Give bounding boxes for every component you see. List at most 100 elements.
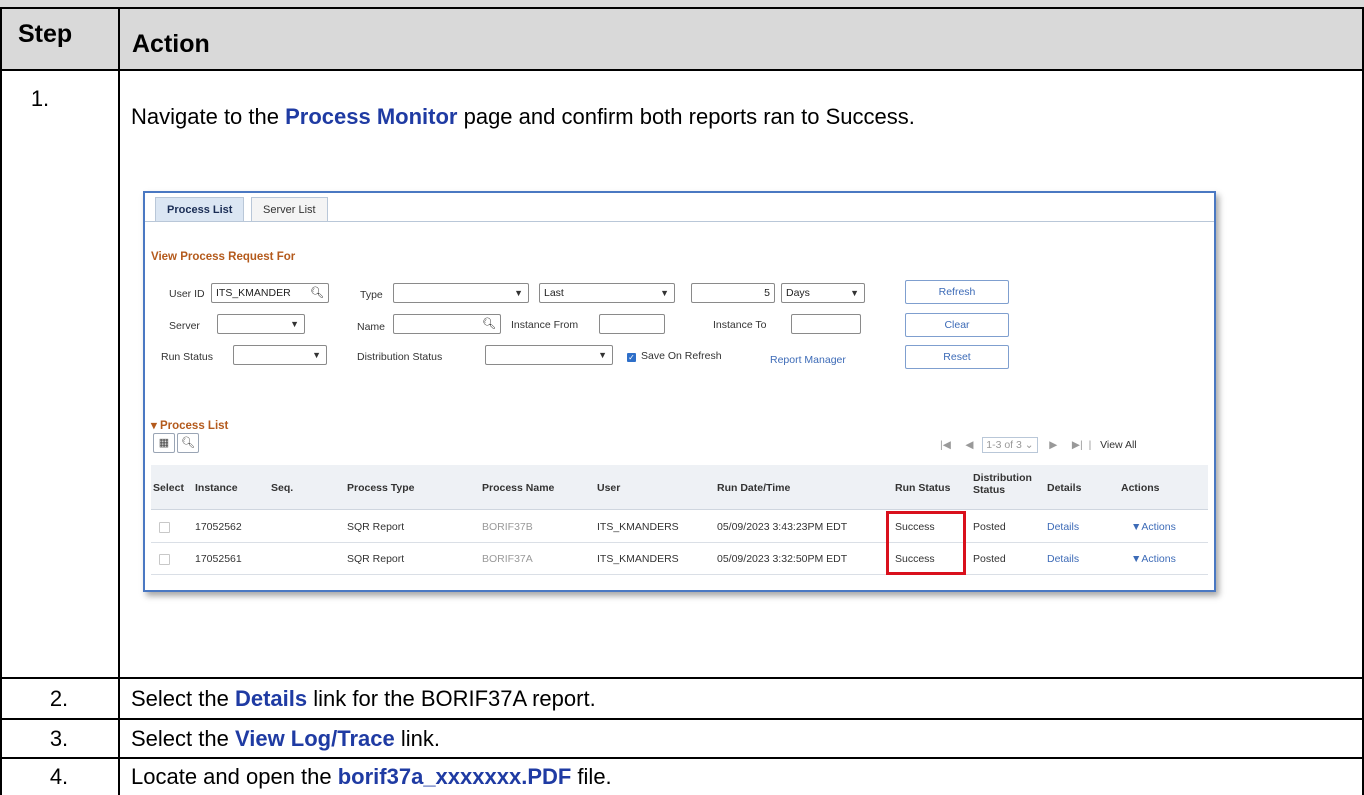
clear-button[interactable]: Clear xyxy=(905,313,1009,337)
rule-row3 xyxy=(0,757,1364,759)
personalize-grid-icon[interactable]: ▦ xyxy=(153,433,175,453)
process-monitor-screenshot: Process List Server List View Process Re… xyxy=(143,191,1216,592)
cell-instance: 17052562 xyxy=(195,521,242,533)
instance-from-label: Instance From xyxy=(511,319,579,331)
run-status-select[interactable]: ▼ xyxy=(233,345,327,365)
step-number: 4. xyxy=(49,764,69,789)
chevron-down-icon: ▼ xyxy=(660,288,669,298)
rule-left xyxy=(0,7,2,795)
cell-process-name: BORIF37B xyxy=(482,521,533,533)
table-row: 17052561 SQR Report BORIF37A ITS_KMANDER… xyxy=(151,543,1208,575)
rule-header xyxy=(0,69,1364,71)
rule-row2 xyxy=(0,718,1364,720)
cell-process-type: SQR Report xyxy=(347,521,405,533)
cell-distribution-status: Posted xyxy=(973,521,1006,533)
process-list-title: ▾ Process List xyxy=(151,420,229,432)
cell-process-type: SQR Report xyxy=(347,553,405,565)
instance-from-input[interactable] xyxy=(599,314,665,334)
server-select[interactable]: ▼ xyxy=(217,314,305,334)
page-range-select[interactable]: 1-3 of 3 ⌄ xyxy=(982,437,1038,453)
row-select-checkbox[interactable] xyxy=(159,522,170,533)
days-unit-select[interactable]: Days ▼ xyxy=(781,283,865,303)
col-select: Select xyxy=(153,482,184,494)
run-status-highlight xyxy=(886,511,966,575)
name-input[interactable]: 🔍︎ xyxy=(393,314,501,334)
col-run-datetime: Run Date/Time xyxy=(717,482,791,494)
actions-menu[interactable]: ▼Actions xyxy=(1131,521,1176,533)
keyword: borif37a_xxxxxxx.PDF xyxy=(337,764,572,789)
chevron-down-icon: ▼ xyxy=(312,350,321,360)
type-select[interactable]: ▼ xyxy=(393,283,529,303)
save-on-refresh-label: Save On Refresh xyxy=(641,350,722,362)
instance-to-label: Instance To xyxy=(713,319,767,331)
user-id-input[interactable]: ITS_KMANDER 🔍︎ xyxy=(211,283,329,303)
col-user: User xyxy=(597,482,621,494)
search-icon[interactable]: 🔍︎ xyxy=(310,284,324,302)
tab-process-list[interactable]: Process List xyxy=(155,197,245,221)
run-status-label: Run Status xyxy=(161,351,213,363)
col-actions: Actions xyxy=(1121,482,1160,494)
view-all-link[interactable]: View All xyxy=(1100,439,1137,451)
chevron-down-icon: ▼ xyxy=(290,319,299,329)
next-page-icon[interactable]: ▶ xyxy=(1049,439,1057,451)
distribution-status-label: Distribution Status xyxy=(357,351,443,363)
details-link[interactable]: Details xyxy=(1047,521,1079,533)
instance-to-input[interactable] xyxy=(791,314,861,334)
details-link[interactable]: Details xyxy=(1047,553,1079,565)
header-step: Step xyxy=(18,20,73,48)
cell-instance: 17052561 xyxy=(195,553,242,565)
col-run-status: Run Status xyxy=(895,482,951,494)
type-label: Type xyxy=(360,289,383,301)
section-title: View Process Request For xyxy=(151,251,296,263)
cell-run-datetime: 05/09/2023 3:43:23PM EDT xyxy=(717,521,848,533)
step-number: 2. xyxy=(49,686,69,711)
table-row: 17052562 SQR Report BORIF37B ITS_KMANDER… xyxy=(151,511,1208,543)
col-details: Details xyxy=(1047,482,1082,494)
cell-process-name: BORIF37A xyxy=(482,553,533,565)
actions-menu[interactable]: ▼Actions xyxy=(1131,553,1176,565)
reset-button[interactable]: Reset xyxy=(905,345,1009,369)
report-manager-link[interactable]: Report Manager xyxy=(770,354,846,366)
rule-row1 xyxy=(0,677,1364,679)
action-text: Navigate to the Process Monitor page and… xyxy=(131,104,915,129)
col-process-name: Process Name xyxy=(482,482,555,494)
chevron-down-icon: ▼ xyxy=(514,288,523,298)
col-process-type: Process Type xyxy=(347,482,415,494)
rule-middle xyxy=(118,7,120,795)
cell-user: ITS_KMANDERS xyxy=(597,521,679,533)
action-text: Locate and open the borif37a_xxxxxxx.PDF… xyxy=(131,764,612,789)
keyword: View Log/Trace xyxy=(234,726,395,751)
cell-distribution-status: Posted xyxy=(973,553,1006,565)
col-instance: Instance xyxy=(195,482,238,494)
user-id-label: User ID xyxy=(169,288,205,300)
cell-run-datetime: 05/09/2023 3:32:50PM EDT xyxy=(717,553,848,565)
server-label: Server xyxy=(169,320,200,332)
search-icon[interactable]: 🔍︎ xyxy=(177,433,199,453)
tab-bar: Process List Server List xyxy=(145,193,1214,222)
search-icon[interactable]: 🔍︎ xyxy=(482,315,496,333)
keyword: Process Monitor xyxy=(285,104,458,129)
previous-page-icon[interactable]: ◀ xyxy=(965,439,973,451)
grid-header: Select Instance Seq. Process Type Proces… xyxy=(151,465,1208,510)
step-number: 1. xyxy=(30,86,50,111)
pager: |◀ ◀ 1-3 of 3 ⌄ ▶ ▶| | View All xyxy=(940,437,1137,453)
keyword: Details xyxy=(234,686,308,711)
row-select-checkbox[interactable] xyxy=(159,554,170,565)
action-text: Select the Details link for the BORIF37A… xyxy=(131,686,596,711)
rule-top xyxy=(0,7,1364,9)
col-seq: Seq. xyxy=(271,482,294,494)
refresh-button[interactable]: Refresh xyxy=(905,280,1009,304)
days-number-input[interactable]: 5 xyxy=(691,283,775,303)
col-distribution-status: Distribution Status xyxy=(973,472,1032,496)
action-text: Select the View Log/Trace link. xyxy=(131,726,440,751)
distribution-status-select[interactable]: ▼ xyxy=(485,345,613,365)
step-number: 3. xyxy=(49,726,69,751)
last-page-icon[interactable]: ▶| xyxy=(1072,439,1083,451)
tab-server-list[interactable]: Server List xyxy=(251,197,328,221)
last-select[interactable]: Last ▼ xyxy=(539,283,675,303)
name-label: Name xyxy=(357,321,386,333)
save-on-refresh-checkbox[interactable]: ✓ xyxy=(627,353,636,362)
cell-user: ITS_KMANDERS xyxy=(597,553,679,565)
chevron-down-icon: ▼ xyxy=(598,350,607,360)
first-page-icon[interactable]: |◀ xyxy=(940,439,951,451)
